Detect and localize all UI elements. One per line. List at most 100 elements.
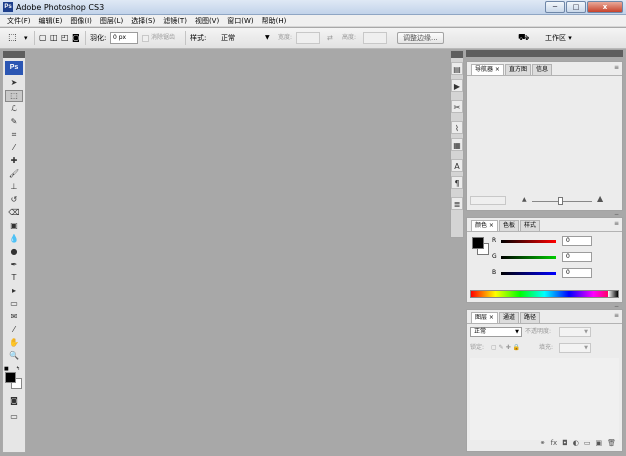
red-value-input[interactable]: 0: [562, 236, 592, 246]
paragraph-dock-icon[interactable]: ¶: [451, 176, 463, 189]
width-input[interactable]: [296, 32, 320, 44]
blur-tool-icon[interactable]: 💧: [5, 233, 23, 245]
move-tool-icon[interactable]: ➤: [5, 77, 23, 89]
menu-image[interactable]: 图像(I): [66, 15, 96, 26]
brushes-dock-icon[interactable]: ⌇: [451, 121, 463, 134]
intersect-selection-icon[interactable]: ◙: [72, 32, 80, 44]
histogram-dock-icon[interactable]: ▶: [451, 79, 463, 92]
pen-tool-icon[interactable]: ✒: [5, 259, 23, 271]
zoom-out-icon[interactable]: ▲: [522, 196, 527, 203]
screen-mode-icon[interactable]: ▭: [5, 411, 23, 423]
clone-stamp-tool-icon[interactable]: ⊥: [5, 181, 23, 193]
tools-preset-dock-icon[interactable]: ✂: [451, 100, 463, 113]
zoom-slider[interactable]: [532, 197, 592, 205]
link-layers-icon[interactable]: ⚭: [540, 437, 546, 449]
fill-input[interactable]: ▼: [559, 343, 591, 353]
refine-edge-button[interactable]: 调整边缘...: [397, 32, 444, 44]
color-fg-swatch[interactable]: [472, 237, 484, 249]
menu-window[interactable]: 窗口(W): [223, 15, 257, 26]
tab-layers[interactable]: 图层 ×: [471, 312, 498, 323]
tab-histogram[interactable]: 直方图: [504, 64, 531, 75]
bridge-icon[interactable]: ⛟: [518, 32, 529, 44]
marquee-preset-icon[interactable]: ⬚: [8, 32, 17, 44]
workspace-menu[interactable]: 工作区 ▾: [545, 32, 572, 44]
character-dock-icon[interactable]: A: [451, 159, 463, 172]
lasso-tool-icon[interactable]: ℒ: [5, 103, 23, 115]
menu-edit[interactable]: 编辑(E): [35, 15, 67, 26]
tab-color[interactable]: 颜色 ×: [471, 220, 498, 231]
marquee-tool-icon[interactable]: ⬚: [5, 90, 23, 102]
gradient-tool-icon[interactable]: ▣: [5, 220, 23, 232]
panel-menu-icon[interactable]: ≡: [614, 312, 619, 319]
menu-file[interactable]: 文件(F): [3, 15, 35, 26]
hand-tool-icon[interactable]: ✋: [5, 337, 23, 349]
green-value-input[interactable]: 0: [562, 252, 592, 262]
menu-layer[interactable]: 图层(L): [96, 15, 127, 26]
dock-header[interactable]: [451, 51, 463, 58]
crop-tool-icon[interactable]: ⌗: [5, 129, 23, 141]
foreground-color-swatch[interactable]: [5, 372, 16, 383]
tab-styles[interactable]: 样式: [519, 220, 540, 231]
collapse-icon[interactable]: −: [614, 303, 619, 310]
quick-mask-icon[interactable]: ◙: [5, 395, 23, 407]
trash-icon[interactable]: 🗑: [607, 437, 616, 449]
lock-icons[interactable]: ▢✎✚🔒: [491, 342, 522, 354]
blue-value-input[interactable]: 0: [562, 268, 592, 278]
spectrum-grayscale[interactable]: [608, 291, 618, 297]
adjustment-layer-icon[interactable]: ◐: [573, 437, 579, 449]
ps-logo-icon[interactable]: Ps: [5, 61, 23, 75]
tab-swatches[interactable]: 色板: [498, 220, 519, 231]
navigator-dock-icon[interactable]: ▤: [451, 62, 463, 75]
zoom-tool-icon[interactable]: 🔍: [5, 350, 23, 362]
shape-tool-icon[interactable]: ▭: [5, 298, 23, 310]
zoom-in-icon[interactable]: ▲: [597, 194, 603, 203]
minimize-button[interactable]: ─: [545, 1, 565, 13]
layer-style-icon[interactable]: fx: [551, 437, 558, 449]
maximize-button[interactable]: □: [566, 1, 586, 13]
zoom-slider-knob[interactable]: [558, 197, 563, 205]
blue-slider[interactable]: [501, 272, 556, 275]
antialias-checkbox[interactable]: [142, 35, 149, 42]
menu-view[interactable]: 视图(V): [191, 15, 223, 26]
subtract-selection-icon[interactable]: ◰: [61, 32, 69, 44]
panel-menu-icon[interactable]: ≡: [614, 220, 619, 227]
dodge-tool-icon[interactable]: ●: [5, 246, 23, 258]
layer-mask-icon[interactable]: ◘: [562, 437, 568, 449]
tab-info[interactable]: 信息: [531, 64, 552, 75]
tools-panel-header[interactable]: [3, 51, 25, 58]
actions-dock-icon[interactable]: ≣: [451, 197, 463, 210]
green-slider[interactable]: [501, 256, 556, 259]
type-tool-icon[interactable]: T: [5, 272, 23, 284]
eyedropper-tool-icon[interactable]: ⁄: [5, 324, 23, 336]
red-slider[interactable]: [501, 240, 556, 243]
panel-menu-icon[interactable]: ≡: [614, 64, 619, 71]
notes-tool-icon[interactable]: ✉: [5, 311, 23, 323]
quick-select-tool-icon[interactable]: ✎: [5, 116, 23, 128]
menu-select[interactable]: 选择(S): [127, 15, 159, 26]
close-button[interactable]: x: [587, 1, 623, 13]
zoom-input[interactable]: [470, 196, 506, 205]
new-layer-icon[interactable]: ▣: [595, 437, 602, 449]
style-select[interactable]: 正常 ▼: [221, 32, 271, 44]
history-brush-tool-icon[interactable]: ↺: [5, 194, 23, 206]
layer-comps-dock-icon[interactable]: ▦: [451, 138, 463, 151]
collapse-icon[interactable]: −: [614, 211, 619, 218]
swap-icon[interactable]: ⇄: [327, 32, 333, 44]
new-selection-icon[interactable]: ▢: [39, 32, 47, 44]
blend-mode-select[interactable]: 正常 ▼: [470, 327, 522, 337]
add-selection-icon[interactable]: ◫: [50, 32, 58, 44]
color-spectrum[interactable]: [470, 290, 619, 298]
swap-colors-icon[interactable]: ↰: [16, 366, 20, 372]
new-group-icon[interactable]: ▭: [584, 437, 591, 449]
opacity-input[interactable]: ▼: [559, 327, 591, 337]
eraser-tool-icon[interactable]: ⌫: [5, 207, 23, 219]
panel-strip-header[interactable]: [466, 50, 623, 57]
tab-channels[interactable]: 通道: [498, 312, 519, 323]
brush-tool-icon[interactable]: 🖌: [5, 168, 23, 180]
feather-input[interactable]: 0 px: [110, 32, 138, 44]
tab-paths[interactable]: 路径: [519, 312, 540, 323]
slice-tool-icon[interactable]: ⁄: [5, 142, 23, 154]
height-input[interactable]: [363, 32, 387, 44]
healing-brush-tool-icon[interactable]: ✚: [5, 155, 23, 167]
tab-navigator[interactable]: 导航器 ×: [471, 64, 504, 75]
